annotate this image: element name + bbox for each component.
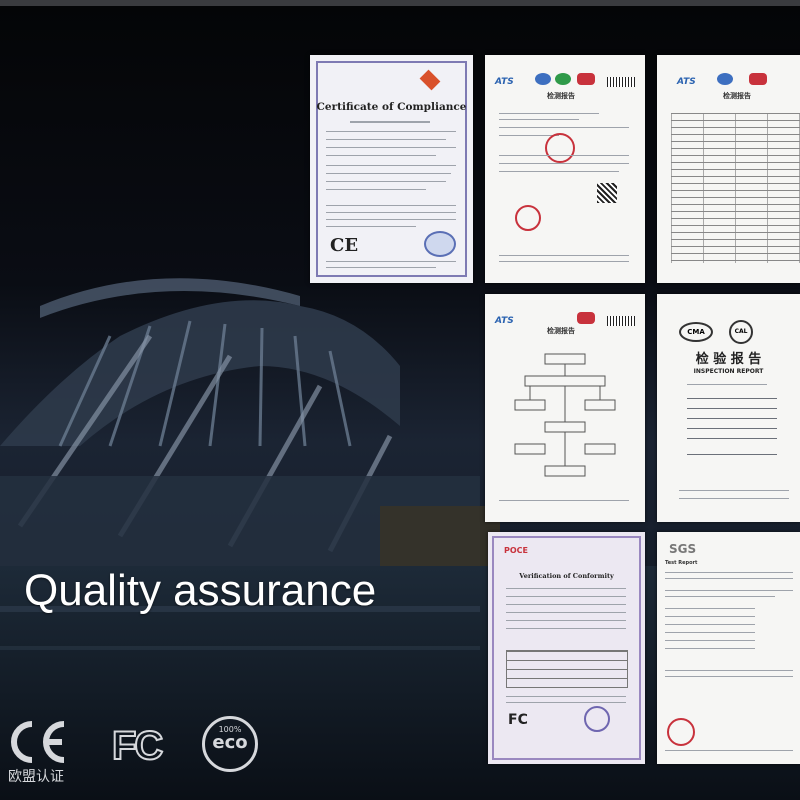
red-stamp-icon	[515, 205, 541, 231]
cal-seal-icon: CAL	[729, 320, 753, 344]
eco-badge-icon: 100% eco	[202, 716, 258, 772]
cma-badge-icon	[577, 312, 595, 324]
sgs-test-report: SGS Test Report	[657, 532, 800, 764]
cma-seal-icon: CMA	[679, 322, 713, 342]
qr-code-icon	[597, 183, 617, 203]
fc-mark-icon: FC	[508, 712, 528, 728]
poce-logo-icon: POCE	[504, 546, 528, 555]
compliance-title: Certificate of Compliance	[316, 101, 467, 113]
ats-logo-icon: ATS	[495, 77, 514, 87]
ats-logo-icon: ATS	[677, 77, 696, 87]
fcc-mark-icon: FC	[111, 723, 170, 769]
ilac-badge-icon	[555, 73, 571, 85]
eu-certification-label: 欧盟认证	[8, 769, 64, 785]
ce-mark-icon	[11, 721, 65, 763]
seal-icon	[424, 231, 456, 257]
ats-test-report-2: ATS 检测报告	[657, 55, 800, 283]
seal-icon	[584, 706, 610, 732]
inspection-title-cn: 检 验 报 告	[695, 352, 762, 367]
sgs-logo-icon: SGS	[669, 542, 697, 556]
inspection-title-en: INSPECTION REPORT	[693, 368, 764, 375]
process-flowchart	[514, 353, 616, 477]
quality-assurance-caption: Quality assurance	[24, 566, 377, 615]
verification-of-conformity: POCE Verification of Conformity FC	[488, 532, 645, 764]
barcode-icon	[607, 316, 635, 326]
eco-word: eco	[212, 732, 248, 753]
conformity-title: Verification of Conformity	[519, 572, 614, 580]
barcode-icon	[607, 77, 635, 87]
cnas-badge-icon	[717, 73, 733, 85]
cnas-badge-icon	[535, 73, 551, 85]
certificate-of-compliance: Certificate of Compliance CE	[310, 55, 473, 283]
ats-test-report-3: ATS 检测报告	[485, 294, 645, 522]
standards-table	[506, 650, 628, 688]
ats-test-report-1: ATS 检测报告	[485, 55, 645, 283]
results-table	[671, 113, 800, 263]
cma-badge-icon	[577, 73, 595, 85]
inspection-report: CMA CAL 检 验 报 告 INSPECTION REPORT	[657, 294, 800, 522]
red-stamp-icon	[545, 133, 575, 163]
red-stamp-icon	[667, 718, 695, 746]
ats-logo-icon: ATS	[495, 316, 514, 326]
fcc-mark-text: FC	[111, 723, 164, 769]
ce-mark-icon: CE	[330, 235, 359, 256]
cma-badge-icon	[749, 73, 767, 85]
